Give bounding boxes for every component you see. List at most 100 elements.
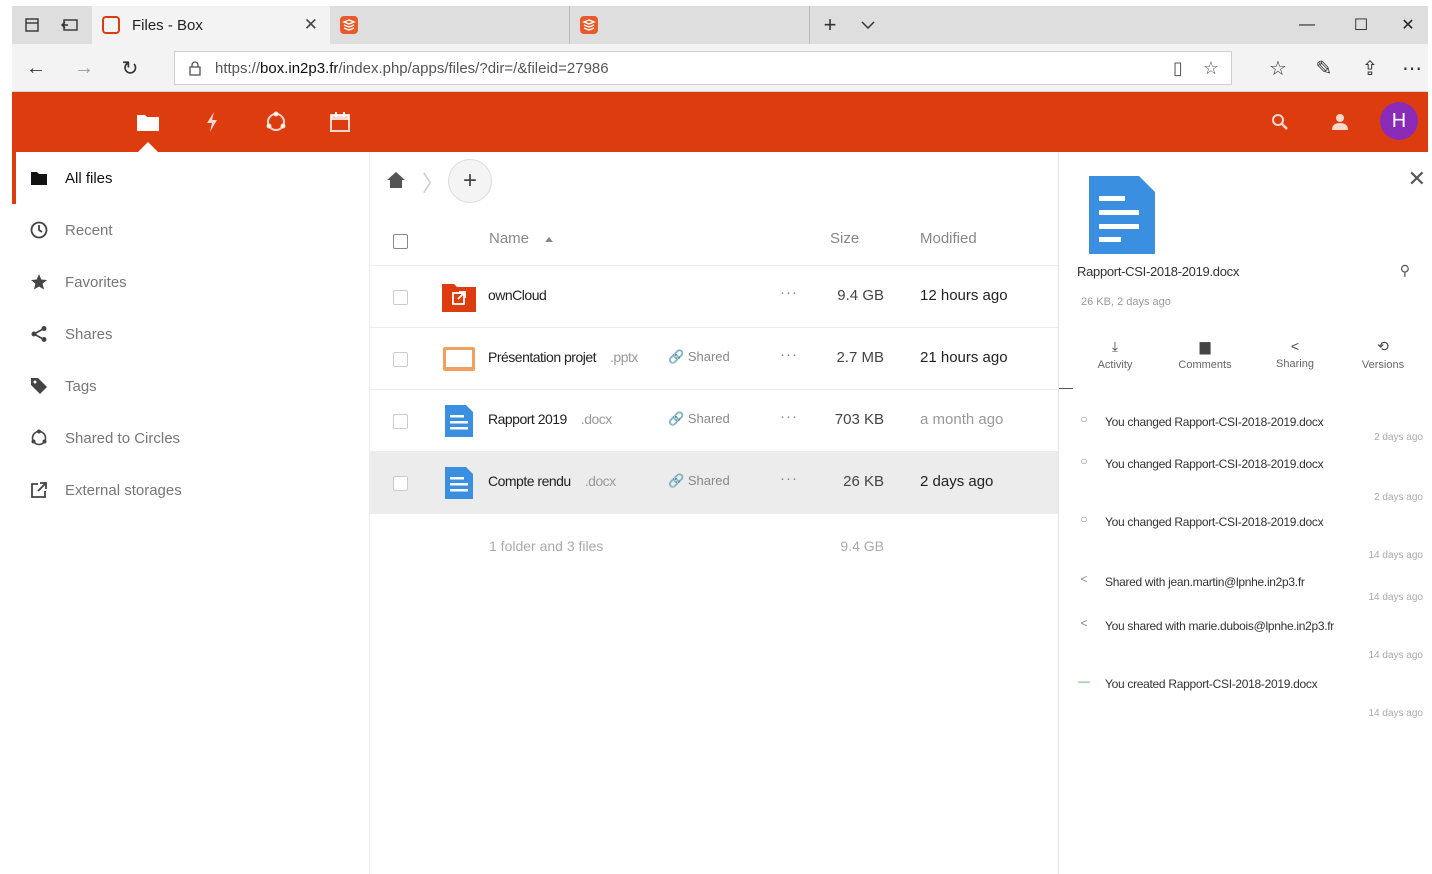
- details-file-meta: 26 KB, 2 days ago: [1081, 296, 1171, 308]
- tab-actions-icon[interactable]: [12, 6, 52, 44]
- created-icon: —: [1078, 674, 1090, 688]
- minimize-button[interactable]: —: [1280, 6, 1334, 44]
- breadcrumb-separator-icon: 〉: [422, 171, 445, 196]
- more-menu-icon[interactable]: ⋯: [1392, 52, 1432, 84]
- row-checkbox[interactable]: [393, 414, 408, 429]
- details-file-title: Rapport-CSI-2018-2019.docx: [1077, 264, 1240, 279]
- maximize-button[interactable]: ☐: [1334, 6, 1388, 44]
- shared-link-indicator[interactable]: 🔗 Shared: [668, 473, 730, 489]
- browser-window: Files - Box ✕ + — ☐ ✕ ← → ↻ https://box.…: [12, 6, 1428, 874]
- new-file-button[interactable]: +: [448, 159, 492, 203]
- file-actions-menu-icon[interactable]: ···: [780, 346, 798, 363]
- user-avatar[interactable]: H: [1380, 102, 1418, 140]
- tab-sharing[interactable]: < Sharing: [1249, 338, 1341, 370]
- sidebar-item-tags[interactable]: Tags: [12, 360, 370, 412]
- column-size[interactable]: Size: [830, 230, 859, 247]
- file-actions-menu-icon[interactable]: ···: [780, 470, 798, 487]
- favorites-list-icon[interactable]: ☆: [1258, 52, 1298, 84]
- tab-3[interactable]: [570, 6, 810, 44]
- file-size: 703 KB: [834, 411, 884, 428]
- activity-app-icon[interactable]: [198, 108, 226, 136]
- pin-icon[interactable]: ⚲: [1400, 262, 1410, 279]
- change-icon: ○: [1080, 454, 1088, 468]
- row-checkbox[interactable]: [393, 476, 408, 491]
- presentation-file-icon: [443, 347, 475, 371]
- shared-link-indicator[interactable]: 🔗 Shared: [668, 411, 730, 427]
- tab-strip: Files - Box ✕ + — ☐ ✕: [12, 6, 1428, 44]
- sidebar-item-label: Shares: [65, 325, 113, 343]
- address-bar[interactable]: https://box.in2p3.fr/index.php/apps/file…: [174, 51, 1232, 85]
- sidebar-item-external-storages[interactable]: External storages: [12, 464, 370, 516]
- file-actions-menu-icon[interactable]: ···: [780, 284, 798, 301]
- activity-text: Shared with jean.martin@lpnhe.in2p3.fr: [1105, 575, 1305, 589]
- activity-text: You changed Rapport-CSI-2018-2019.docx: [1105, 415, 1324, 429]
- sidebar-item-recent[interactable]: Recent: [12, 204, 370, 256]
- stack-favicon-icon: [340, 16, 358, 34]
- select-all-checkbox[interactable]: [393, 234, 408, 249]
- file-name[interactable]: Compte rendu .docx: [488, 473, 616, 489]
- files-app-icon[interactable]: [134, 108, 162, 136]
- favorite-star-icon[interactable]: ☆: [1203, 58, 1219, 79]
- set-tabs-aside-icon[interactable]: [50, 6, 90, 44]
- link-icon: 🔗: [668, 349, 685, 364]
- sort-ascending-icon: [545, 237, 553, 242]
- file-list-header: Name Size Modified: [370, 212, 1058, 266]
- table-row[interactable]: Compte rendu .docx 🔗 Shared ··· 26 KB 2 d…: [370, 452, 1058, 514]
- sidebar-item-shared-to-circles[interactable]: Shared to Circles: [12, 412, 370, 464]
- activity-time: 14 days ago: [1368, 550, 1424, 561]
- file-name[interactable]: Rapport 2019 .docx: [488, 411, 612, 427]
- active-app-indicator: [138, 142, 158, 152]
- external-folder-icon: [442, 284, 476, 312]
- file-actions-menu-icon[interactable]: ···: [780, 408, 798, 425]
- back-button[interactable]: ←: [16, 52, 56, 84]
- refresh-button[interactable]: ↻: [110, 52, 150, 84]
- pen-icon[interactable]: ✎: [1304, 52, 1344, 84]
- close-icon[interactable]: ✕: [1408, 166, 1426, 192]
- share-page-icon[interactable]: ⇪: [1350, 52, 1390, 84]
- shared-link-indicator[interactable]: 🔗 Shared: [668, 349, 730, 365]
- file-modified: 2 days ago: [920, 473, 994, 490]
- file-name[interactable]: ownCloud: [488, 287, 547, 303]
- contacts-icon[interactable]: [1326, 108, 1354, 136]
- table-row[interactable]: Présentation projet .pptx 🔗 Shared ··· 2.…: [370, 328, 1058, 390]
- link-icon: 🔗: [668, 411, 685, 426]
- forward-button[interactable]: →: [64, 52, 104, 84]
- tab-close-icon[interactable]: ✕: [304, 15, 318, 35]
- sidebar-item-label: Favorites: [65, 273, 127, 291]
- lock-icon: [189, 61, 201, 76]
- sidebar-item-label: Tags: [65, 377, 97, 395]
- tab-2[interactable]: [330, 6, 570, 44]
- home-icon[interactable]: [386, 170, 406, 190]
- row-checkbox[interactable]: [393, 290, 408, 305]
- search-icon[interactable]: [1266, 108, 1294, 136]
- star-icon: [29, 272, 49, 292]
- sidebar-item-all-files[interactable]: All files: [12, 152, 370, 204]
- comment-icon: ▆: [1199, 338, 1211, 354]
- circles-app-icon[interactable]: [262, 108, 290, 136]
- calendar-app-icon[interactable]: [326, 108, 354, 136]
- tab-versions[interactable]: ⟲ Versions: [1337, 338, 1429, 371]
- share-icon: [29, 324, 49, 344]
- sidebar-item-label: Recent: [65, 221, 113, 239]
- tab-comments[interactable]: ▆ Comments: [1159, 338, 1251, 371]
- file-size: 26 KB: [843, 473, 884, 490]
- summary-count: 1 folder and 3 files: [489, 538, 604, 554]
- stack-favicon-icon: [580, 16, 598, 34]
- column-modified[interactable]: Modified: [920, 230, 977, 247]
- column-name[interactable]: Name: [489, 230, 529, 247]
- table-row[interactable]: Rapport 2019 .docx 🔗 Shared ··· 703 KB a …: [370, 390, 1058, 452]
- file-size: 9.4 GB: [837, 287, 884, 304]
- tab-files-box[interactable]: Files - Box ✕: [92, 6, 330, 44]
- tab-activity[interactable]: ⤓ Activity: [1069, 338, 1161, 371]
- file-name[interactable]: Présentation projet .pptx: [488, 349, 638, 365]
- sidebar-item-favorites[interactable]: Favorites: [12, 256, 370, 308]
- sidebar-item-label: Shared to Circles: [65, 429, 181, 447]
- table-row[interactable]: ownCloud ··· 9.4 GB 12 hours ago: [370, 266, 1058, 328]
- reading-view-icon[interactable]: ▯: [1173, 58, 1183, 79]
- new-tab-button[interactable]: +: [810, 6, 850, 44]
- row-checkbox[interactable]: [393, 352, 408, 367]
- file-size: 2.7 MB: [836, 349, 884, 366]
- sidebar-item-shares[interactable]: Shares: [12, 308, 370, 360]
- close-window-button[interactable]: ✕: [1388, 6, 1428, 44]
- tab-list-chevron-icon[interactable]: [848, 6, 888, 44]
